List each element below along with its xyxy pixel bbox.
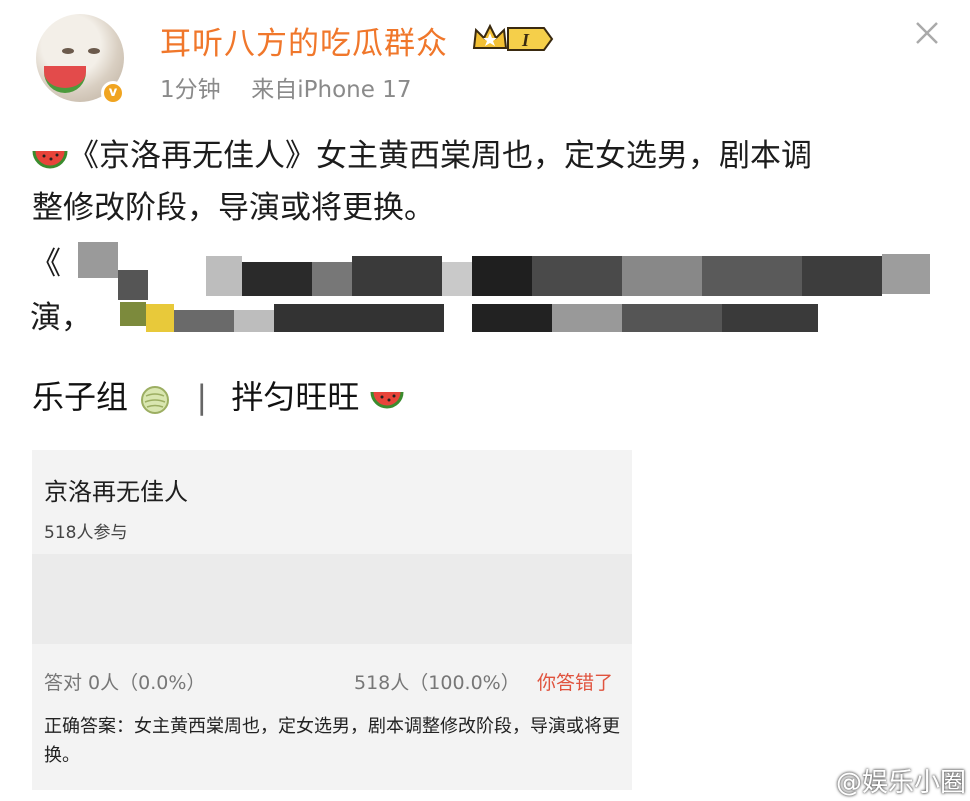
melon-icon <box>141 386 170 414</box>
mosaic-block <box>206 256 242 296</box>
post-meta: 1分钟 来自iPhone 17 <box>160 70 411 104</box>
username[interactable]: 耳听八方的吃瓜群众 <box>160 18 448 63</box>
group-title-row: 乐子组 | 拌匀旺旺 <box>32 372 404 418</box>
mosaic-block <box>622 256 702 296</box>
mosaic-block <box>174 310 234 332</box>
verified-badge-icon: v <box>101 81 125 105</box>
mosaic-block <box>118 270 148 300</box>
quiz-wrong-label: 你答错了 <box>537 672 614 694</box>
watermelon-icon <box>370 391 403 409</box>
weibo-logo-icon <box>807 773 834 795</box>
mosaic-block <box>78 242 118 278</box>
mosaic-block <box>352 256 442 296</box>
group-separator: | <box>196 378 208 416</box>
group-sub-name: 拌匀旺旺 <box>231 378 360 416</box>
avatar-watermelon <box>44 66 86 93</box>
watermelon-icon <box>32 150 68 168</box>
mosaic-block <box>472 304 552 332</box>
mosaic-block <box>274 304 444 332</box>
blurred-prefix-2: 演， <box>30 300 92 336</box>
crown-level-icon: I <box>472 23 554 51</box>
quiz-title: 京洛再无佳人 <box>44 478 188 506</box>
mosaic-block <box>472 256 532 296</box>
mosaic-redacted-text: 《 演， <box>30 234 930 344</box>
mosaic-block <box>234 310 274 332</box>
post-text-line-1: 《京洛再无佳人》女主黄西棠周也，定女选男，剧本调 <box>68 138 812 174</box>
mosaic-block <box>242 262 312 296</box>
quiz-correct-answer: 正确答案：女主黄西棠周也，定女选男，剧本调整修改阶段，导演或将更换。 <box>44 716 620 766</box>
post-time: 1分钟 <box>160 77 221 103</box>
avatar-eye <box>88 48 100 54</box>
mosaic-block <box>802 256 882 296</box>
quiz-option-area[interactable] <box>32 554 632 644</box>
quiz-wrong-stat: 518人（100.0%） <box>354 672 520 694</box>
quiz-card[interactable]: 京洛再无佳人 518人参与 答对 0人（0.0%） 518人（100.0%） 你… <box>32 450 632 790</box>
quiz-participants: 518人参与 <box>44 523 128 543</box>
post-line-2: 整修改阶段，导演或将更换。 <box>32 190 435 226</box>
avatar-eye <box>62 48 74 54</box>
post-source: 来自iPhone 17 <box>251 77 412 103</box>
mosaic-block <box>120 302 146 326</box>
blurred-prefix-1: 《 <box>30 246 61 282</box>
watermark-text: @娱乐小圈 <box>836 768 967 798</box>
quiz-correct-stat: 答对 0人（0.0%） <box>44 672 206 694</box>
mosaic-block <box>552 304 622 332</box>
mosaic-block <box>882 254 930 294</box>
post-body: 《京洛再无佳人》女主黄西棠周也，定女选男，剧本调 整修改阶段，导演或将更换。 <box>32 130 932 234</box>
mosaic-block <box>622 304 722 332</box>
close-icon[interactable] <box>912 18 942 48</box>
mosaic-block <box>702 256 802 296</box>
mosaic-block <box>312 262 352 296</box>
post-line-1: 《京洛再无佳人》女主黄西棠周也，定女选男，剧本调 <box>32 130 932 182</box>
mosaic-block <box>722 304 818 332</box>
mosaic-block <box>532 256 622 296</box>
group-name: 乐子组 <box>32 378 129 416</box>
watermark: @娱乐小圈 <box>806 762 966 799</box>
mosaic-block <box>442 262 472 296</box>
mosaic-block <box>146 304 174 332</box>
level-text: I <box>521 30 530 50</box>
